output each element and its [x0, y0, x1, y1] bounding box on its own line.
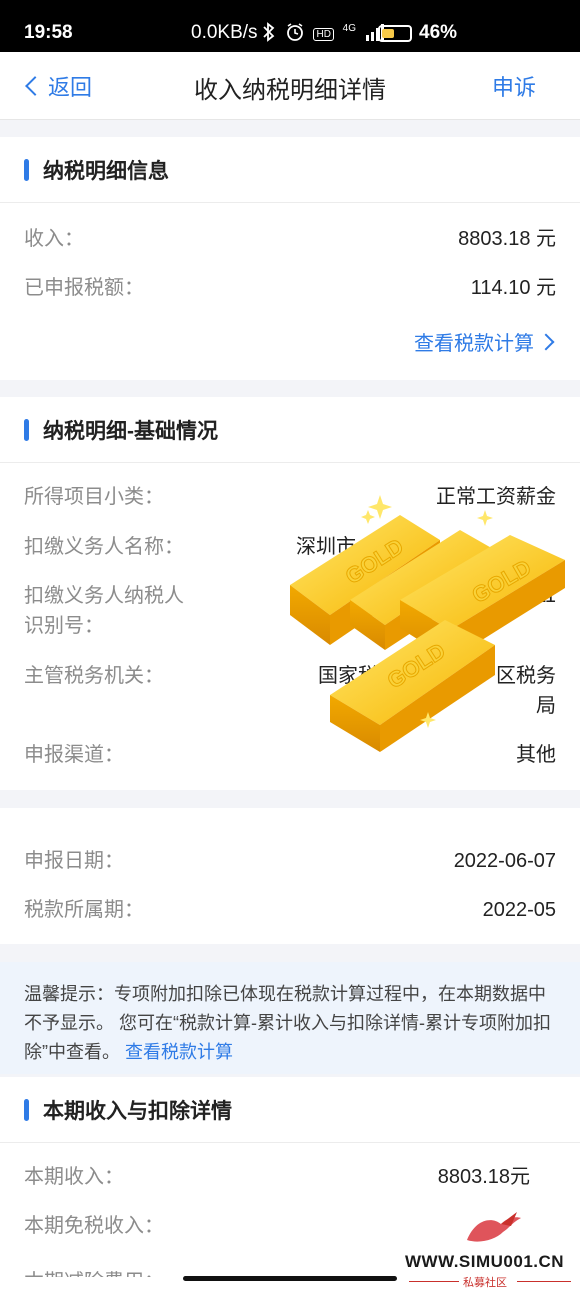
network-speed: 0.0KB/s: [191, 22, 258, 43]
watermark-text: WWW.SIMU001.CN: [405, 1252, 565, 1271]
value-line1-tail: 区税务: [496, 665, 556, 687]
row-label: 所得项目小类：: [24, 486, 164, 508]
row-value: 8803.18元: [437, 1166, 530, 1188]
row-label: 申报日期：: [24, 850, 124, 872]
bluetooth-icon: [263, 22, 275, 42]
row-value: 114.10 元: [470, 277, 556, 299]
battery-percent: 46%: [419, 22, 458, 43]
basic-info-card: 纳税明细-基础情况 所得项目小类： 正常工资薪金 扣缴义务人名称： 深圳市 扣缴…: [0, 397, 580, 790]
section-accent-bar: [24, 418, 29, 441]
row-label: 扣缴义务人纳税人 识别号：: [24, 581, 184, 641]
row-value: 国家税务总局 区税务 局: [318, 661, 556, 721]
section-title: 本期收入与扣除详情: [43, 1099, 232, 1123]
withholder-taxid-row: 扣缴义务人纳税人 识别号： 511: [24, 581, 556, 641]
watermark-subtext: 私募社区: [463, 1277, 507, 1289]
battery-icon: [378, 25, 412, 42]
divider: [409, 1281, 459, 1282]
tip-text: 温馨提示：专项附加扣除已体现在税款计算过程中，在本期数据中不予显示。 您可在“税…: [24, 984, 551, 1062]
section-title: 纳税明细信息: [43, 159, 169, 183]
alarm-icon: [286, 23, 303, 41]
hd-icon: HD: [313, 28, 334, 41]
section-header: 纳税明细-基础情况: [0, 397, 580, 463]
row-label: 收入：: [24, 228, 84, 250]
row-value: 深圳市: [296, 536, 356, 558]
row-label: 扣缴义务人名称：: [24, 536, 184, 558]
value-line1: 国家税务总局: [318, 665, 438, 687]
row-label: 本期免税收入：: [24, 1215, 164, 1237]
row-label: 本期减除费用：: [24, 1267, 164, 1277]
row-label: 已申报税额：: [24, 277, 144, 299]
chevron-right-icon: [537, 333, 555, 350]
watermark-logo: WWW.SIMU001.CN 私募社区: [405, 1210, 580, 1291]
link-label: 查看税款计算: [414, 333, 534, 355]
status-time: 19:58: [24, 22, 73, 43]
signal-4g-icon: 4G: [342, 23, 356, 34]
row-label: 税款所属期：: [24, 899, 144, 921]
row-value: 正常工资薪金: [436, 486, 556, 508]
row-label-line2: 识别号：: [24, 615, 104, 637]
logo-icon: [467, 1212, 521, 1242]
view-tax-calc-link[interactable]: 查看税款计算: [414, 327, 555, 356]
row-value: 其他: [516, 744, 556, 766]
row-label-line1: 扣缴义务人纳税人: [24, 585, 184, 607]
chevron-left-icon: [25, 76, 45, 96]
divider: [517, 1281, 571, 1282]
status-icons: HD 4G: [262, 22, 385, 44]
tax-info-card: 纳税明细信息 收入： 8803.18 元 已申报税额： 114.10 元 查看税…: [0, 137, 580, 380]
battery-fill: [382, 29, 394, 38]
row-label: 申报渠道：: [24, 744, 124, 766]
home-indicator[interactable]: [183, 1276, 397, 1281]
section-header: 纳税明细信息: [0, 137, 580, 203]
row-value: 2022-05: [482, 899, 556, 921]
section-title: 纳税明细-基础情况: [43, 419, 218, 443]
section-accent-bar: [24, 1098, 29, 1121]
row-label: 本期收入：: [24, 1166, 124, 1188]
tip-view-tax-calc-link[interactable]: 查看税款计算: [125, 1042, 233, 1062]
section-header: 本期收入与扣除详情: [0, 1077, 580, 1143]
row-label: 主管税务机关：: [24, 665, 164, 687]
appeal-button[interactable]: 申诉: [492, 70, 536, 102]
row-value: 511: [524, 585, 556, 607]
section-accent-bar: [24, 158, 29, 181]
status-bar: 19:58 0.0KB/s HD 4G 46%: [0, 0, 580, 52]
dates-card: 申报日期： 2022-06-07 税款所属期： 2022-05: [0, 808, 580, 944]
back-label: 返回: [48, 75, 93, 100]
back-button[interactable]: 返回: [24, 70, 92, 102]
row-value: 2022-06-07: [453, 850, 556, 872]
nav-bar: 返回 收入纳税明细详情 申诉: [0, 52, 580, 120]
row-value: 8803.18 元: [458, 228, 556, 250]
tip-box: 温馨提示：专项附加扣除已体现在税款计算过程中，在本期数据中不予显示。 您可在“税…: [0, 962, 580, 1074]
value-line2: 局: [536, 695, 556, 717]
tax-authority-row: 主管税务机关： 国家税务总局 区税务 局: [24, 661, 556, 721]
